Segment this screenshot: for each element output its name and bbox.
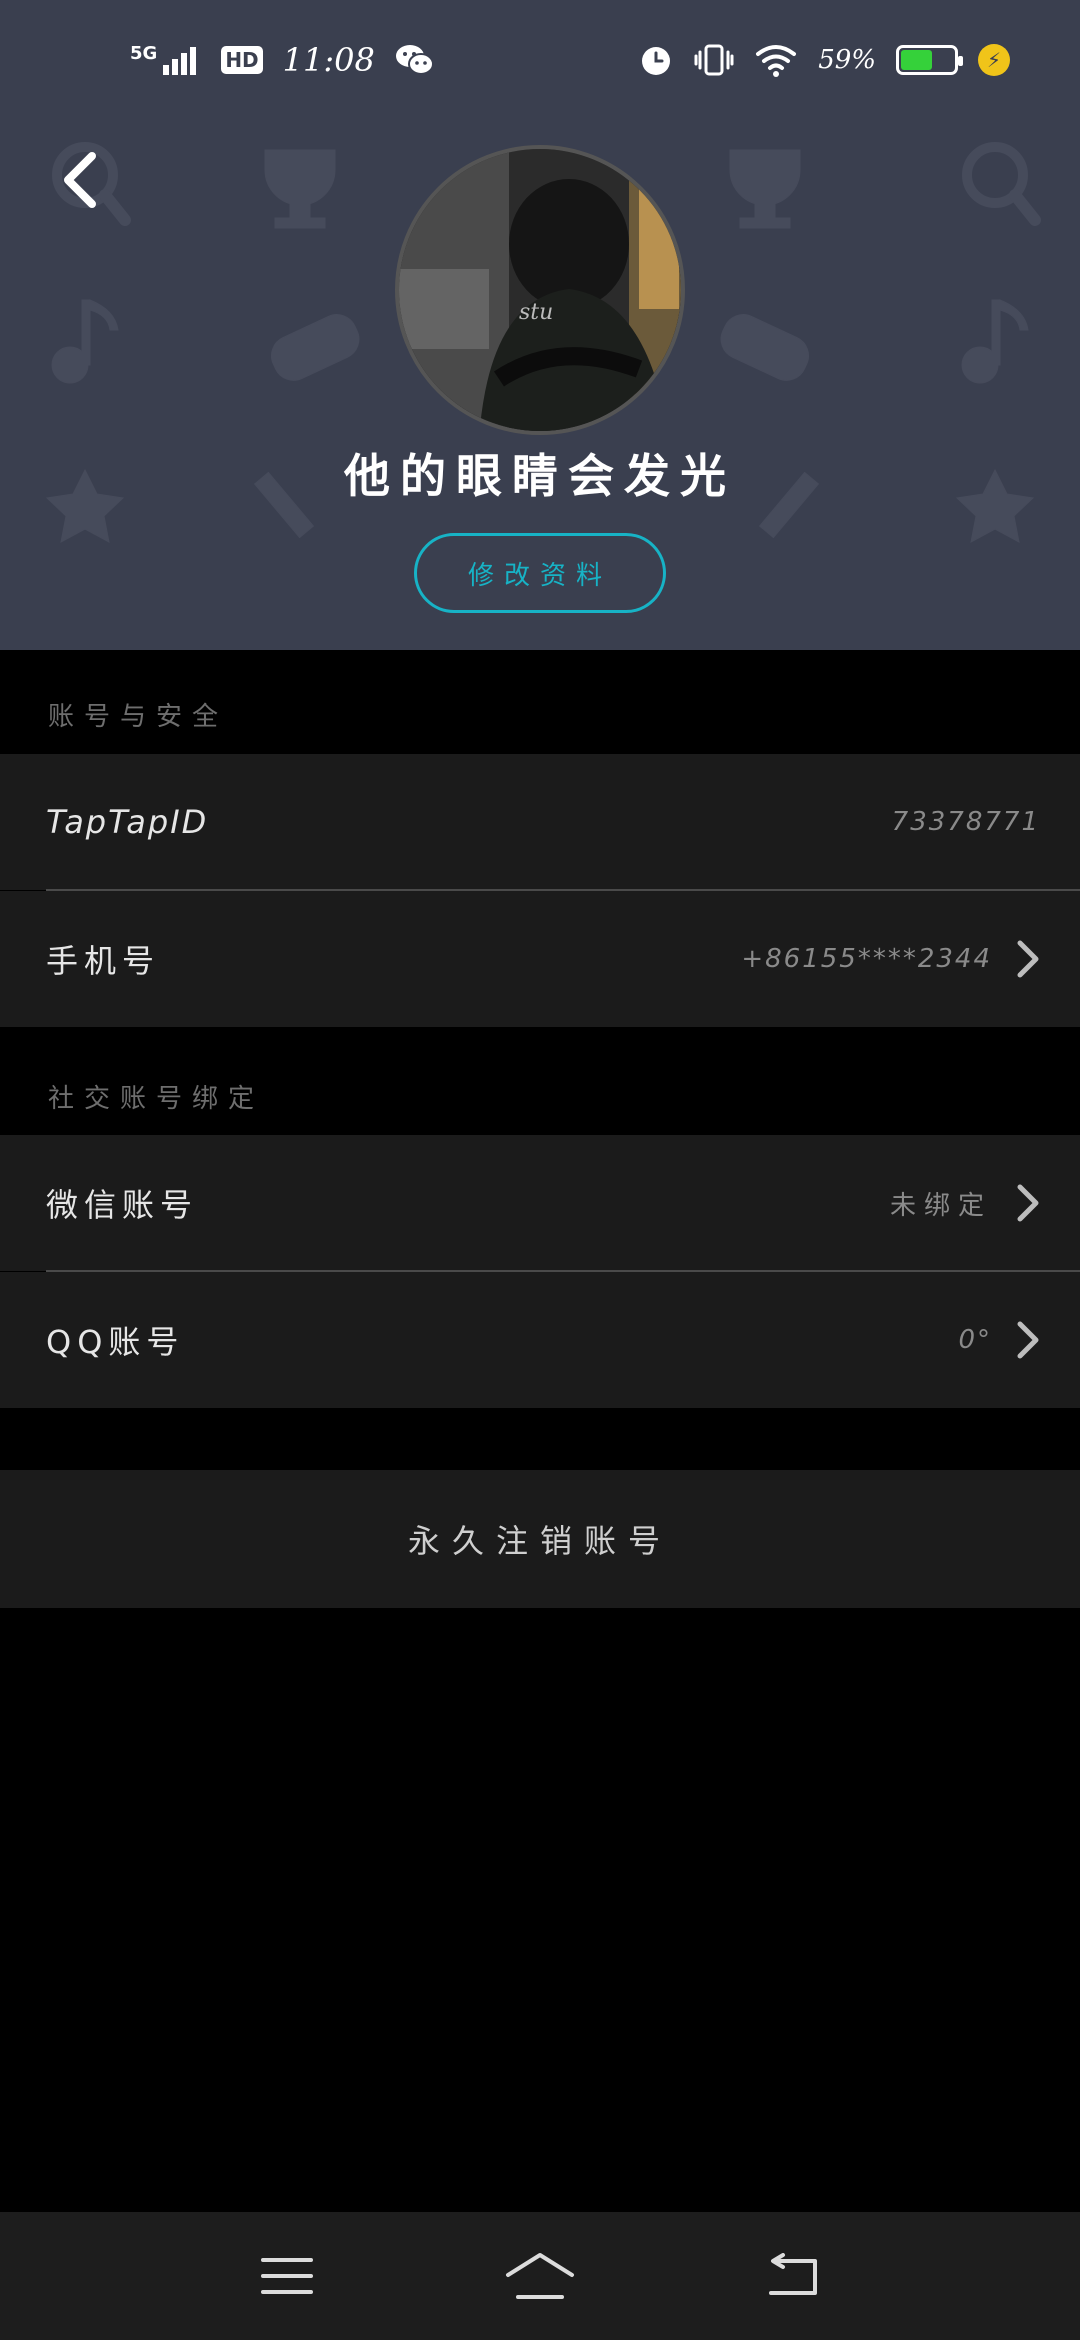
alarm-icon — [642, 47, 671, 75]
back-nav-button[interactable] — [748, 2231, 838, 2321]
row-label: QQ账号 — [46, 1323, 185, 1361]
battery-icon — [896, 45, 963, 75]
username: 他的眼睛会发光 — [344, 449, 736, 503]
chevron-right-icon — [1017, 1321, 1039, 1359]
delete-account-label: 永久注销账号 — [407, 1522, 672, 1560]
wifi-icon — [756, 45, 797, 77]
chevron-left-icon — [64, 152, 96, 208]
status-time: 11:08 — [282, 41, 375, 79]
status-left: 5G HD 11:08 — [130, 41, 435, 79]
row-phone[interactable]: 手机号 +86155****2344 — [0, 891, 1080, 1027]
back-button[interactable] — [40, 140, 120, 220]
battery-fill — [901, 50, 932, 70]
menu-button[interactable] — [242, 2231, 332, 2321]
vibrate-icon — [694, 44, 734, 76]
row-wechat[interactable]: 微信账号 未绑定 — [0, 1135, 1080, 1271]
chevron-right-icon — [1017, 1184, 1039, 1222]
edit-profile-button[interactable]: 修改资料 — [414, 533, 666, 613]
row-value: 0° — [958, 1325, 992, 1355]
avatar-image: stu — [399, 149, 681, 431]
battery-percent: 59% — [818, 45, 876, 75]
menu-icon — [260, 2258, 313, 2294]
chevron-right-icon — [1017, 940, 1039, 978]
row-value: 未绑定 — [889, 1190, 992, 1221]
charging-icon: ⚡ — [978, 44, 1010, 76]
status-bar: 5G HD 11:08 59% ⚡ — [0, 0, 1080, 120]
avatar[interactable]: stu — [395, 145, 685, 435]
signal-icon: 5G — [130, 45, 201, 75]
row-taptap-id[interactable]: TapTapID 73378771 — [0, 754, 1080, 890]
profile-header: 5G HD 11:08 59% ⚡ stu 他的眼睛会发光 修改资料 — [0, 0, 1080, 650]
wechat-icon — [395, 45, 434, 75]
hd-badge: HD — [221, 46, 263, 74]
row-right: 0° — [958, 1320, 1040, 1360]
row-label: 微信账号 — [46, 1186, 199, 1224]
row-label: TapTapID — [46, 803, 209, 841]
row-label: 手机号 — [46, 942, 161, 980]
home-button[interactable] — [495, 2231, 585, 2321]
row-value: 73378771 — [891, 807, 1040, 837]
row-right: 未绑定 — [890, 1183, 1040, 1223]
row-qq[interactable]: QQ账号 0° — [0, 1272, 1080, 1408]
network-label: 5G — [130, 43, 158, 64]
section-title-social-binding: 社交账号绑定 — [48, 1084, 265, 1114]
row-value: +86155****2344 — [741, 944, 992, 974]
status-right: 59% ⚡ — [638, 42, 1010, 78]
home-icon — [505, 2253, 574, 2299]
back-icon — [769, 2253, 818, 2295]
section-title-account-security: 账号与安全 — [48, 702, 229, 732]
row-right: +86155****2344 — [741, 939, 1040, 979]
row-right: 73378771 — [892, 807, 1040, 837]
delete-account-button[interactable]: 永久注销账号 — [0, 1470, 1080, 1608]
svg-text:stu: stu — [519, 300, 553, 325]
system-nav-bar — [0, 2212, 1080, 2340]
